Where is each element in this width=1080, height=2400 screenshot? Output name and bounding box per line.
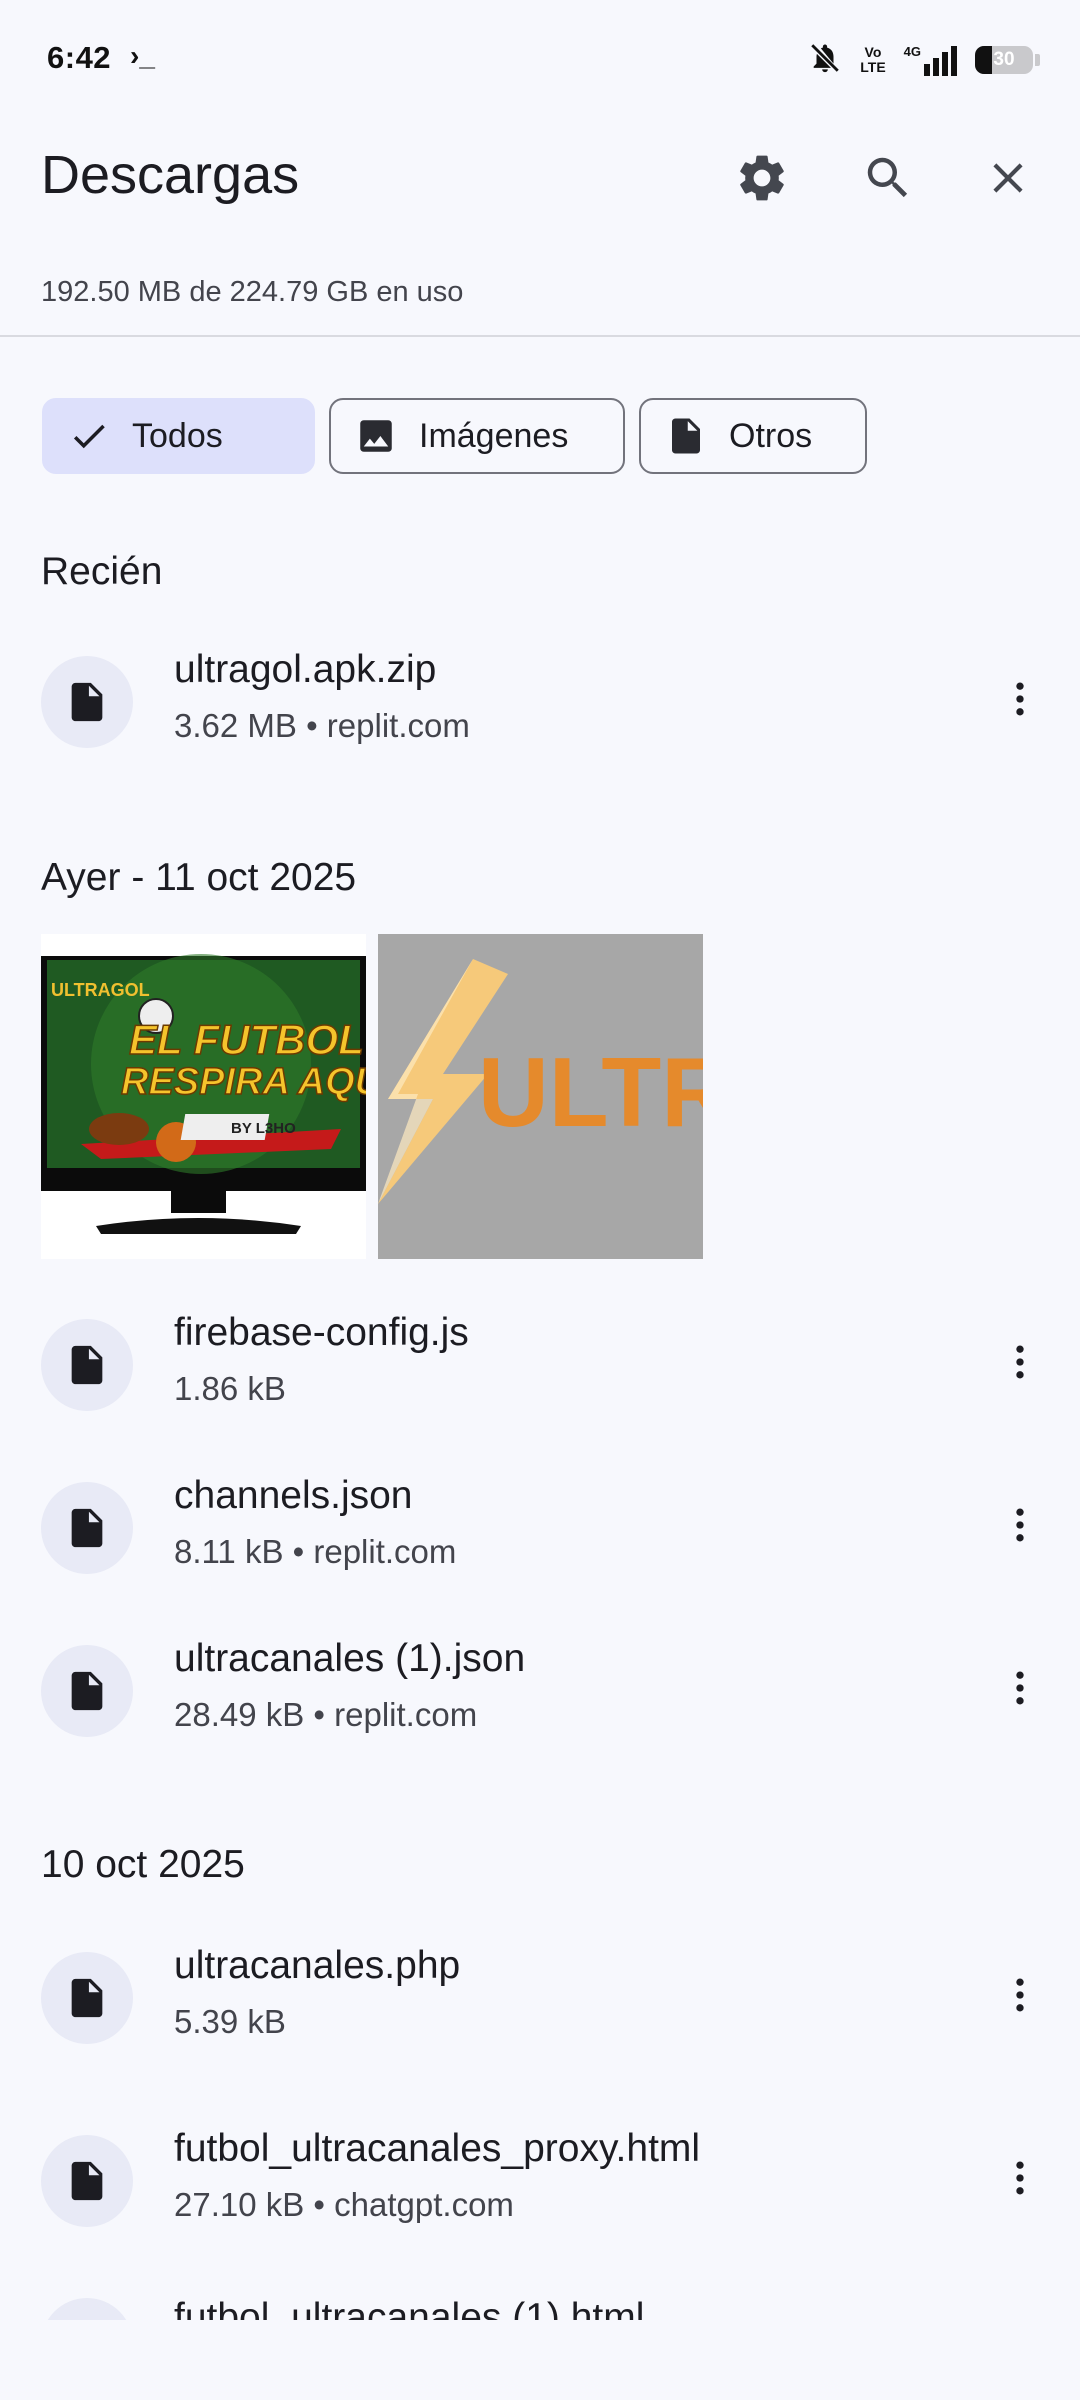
file-row-clipped[interactable]: futbol_ultracanales (1).html bbox=[0, 2298, 1080, 2320]
file-icon bbox=[41, 1952, 133, 2044]
file-row[interactable]: ultracanales (1).json 28.49 kB • replit.… bbox=[0, 1623, 1080, 1763]
file-row[interactable]: futbol_ultracanales_proxy.html 27.10 kB … bbox=[0, 2113, 1080, 2253]
section-header-yesterday: Ayer - 11 oct 2025 bbox=[41, 856, 357, 899]
file-row[interactable]: ultragol.apk.zip 3.62 MB • replit.com bbox=[0, 634, 1080, 774]
filter-chip-label: Imágenes bbox=[419, 416, 569, 455]
file-name: futbol_ultracanales (1).html bbox=[174, 2298, 645, 2320]
file-name: ultracanales (1).json bbox=[174, 1637, 526, 1680]
gear-icon bbox=[740, 155, 784, 201]
file-meta: 28.49 kB • replit.com bbox=[174, 1696, 478, 1733]
more-options-button[interactable] bbox=[985, 1960, 1055, 2030]
close-icon bbox=[993, 163, 1023, 193]
more-options-button[interactable] bbox=[985, 1327, 1055, 1397]
file-icon bbox=[41, 1482, 133, 1574]
file-name: channels.json bbox=[174, 1474, 413, 1517]
check-icon bbox=[68, 415, 110, 457]
more-vert-icon bbox=[1016, 1345, 1024, 1379]
file-icon bbox=[41, 1645, 133, 1737]
page-title: Descargas bbox=[41, 145, 300, 205]
file-icon bbox=[41, 2135, 133, 2227]
more-vert-icon bbox=[1016, 1671, 1024, 1705]
section-header-oct-10: 10 oct 2025 bbox=[41, 1843, 245, 1886]
more-options-button[interactable] bbox=[985, 1490, 1055, 1560]
more-options-button[interactable] bbox=[985, 664, 1055, 734]
filter-chip-label: Otros bbox=[729, 416, 813, 455]
file-meta: 27.10 kB • chatgpt.com bbox=[174, 2186, 514, 2223]
volte-indicator: Vo LTE bbox=[860, 44, 886, 75]
search-icon bbox=[867, 157, 908, 198]
filter-chip-label: Todos bbox=[132, 416, 223, 455]
status-icons: Vo LTE 4G 30 bbox=[808, 40, 1040, 80]
image-thumbnail[interactable]: ULTRA bbox=[378, 934, 703, 1259]
file-meta: 1.86 kB bbox=[174, 1370, 286, 1407]
close-button[interactable] bbox=[973, 143, 1043, 213]
settings-button[interactable] bbox=[727, 143, 797, 213]
promo-headline-2: RESPIRA AQU bbox=[121, 1061, 366, 1103]
more-options-button[interactable] bbox=[985, 2143, 1055, 2213]
file-name: ultragol.apk.zip bbox=[174, 648, 437, 691]
filter-chip-otros[interactable]: Otros bbox=[639, 398, 867, 474]
terminal-icon: ›_ bbox=[130, 40, 155, 71]
file-row[interactable]: firebase-config.js 1.86 kB bbox=[0, 1297, 1080, 1437]
battery-icon: 30 bbox=[975, 46, 1040, 74]
file-meta: 8.11 kB • replit.com bbox=[174, 1533, 457, 1570]
bottom-area bbox=[0, 2320, 1080, 2400]
bell-off-icon bbox=[808, 41, 842, 80]
file-icon bbox=[41, 656, 133, 748]
section-header-recent: Recién bbox=[41, 550, 163, 593]
search-button[interactable] bbox=[853, 143, 923, 213]
file-name: futbol_ultracanales_proxy.html bbox=[174, 2127, 701, 2170]
file-row[interactable]: channels.json 8.11 kB • replit.com bbox=[0, 1460, 1080, 1600]
battery-level: 30 bbox=[993, 49, 1015, 70]
file-icon bbox=[41, 1319, 133, 1411]
file-name: ultracanales.php bbox=[174, 1944, 461, 1987]
document-icon bbox=[665, 415, 707, 457]
downloads-screen: 6:42 ›_ Vo LTE 4G 30 Descargas 192.50 MB… bbox=[0, 0, 1080, 2400]
status-bar: 6:42 ›_ Vo LTE 4G 30 bbox=[0, 0, 1080, 120]
filter-chip-todos[interactable]: Todos bbox=[42, 398, 315, 474]
more-vert-icon bbox=[1016, 1978, 1024, 2012]
signal-icon: 4G bbox=[904, 44, 957, 76]
more-vert-icon bbox=[1016, 2161, 1024, 2195]
promo-badge: BY L3HO bbox=[231, 1120, 296, 1137]
file-meta: 5.39 kB bbox=[174, 2003, 286, 2040]
storage-usage: 192.50 MB de 224.79 GB en uso bbox=[41, 276, 464, 308]
more-options-button[interactable] bbox=[985, 1653, 1055, 1723]
file-icon bbox=[41, 2298, 133, 2320]
filter-chips: Todos Imágenes Otros bbox=[42, 398, 867, 474]
status-time: 6:42 bbox=[47, 40, 112, 75]
image-thumbnail[interactable]: ULTRAGOL EL FUTBOL RESPIRA AQU BY L3HO bbox=[41, 934, 366, 1259]
promo-headline-1: EL FUTBOL bbox=[129, 1016, 364, 1063]
header-divider bbox=[0, 335, 1080, 337]
file-name: firebase-config.js bbox=[174, 1311, 469, 1354]
file-row[interactable]: ultracanales.php 5.39 kB bbox=[0, 1930, 1080, 2070]
image-icon bbox=[355, 415, 397, 457]
filter-chip-imagenes[interactable]: Imágenes bbox=[329, 398, 625, 474]
promo-brand: ULTRAGOL bbox=[51, 980, 150, 1000]
more-vert-icon bbox=[1016, 682, 1024, 716]
more-vert-icon bbox=[1016, 1508, 1024, 1542]
logo-text: ULTRA bbox=[478, 1037, 703, 1147]
ultra-logo-image: ULTRA bbox=[378, 934, 703, 1259]
ultragol-promo-image: ULTRAGOL EL FUTBOL RESPIRA AQU BY L3HO bbox=[41, 934, 366, 1259]
file-meta: 3.62 MB • replit.com bbox=[174, 707, 470, 744]
